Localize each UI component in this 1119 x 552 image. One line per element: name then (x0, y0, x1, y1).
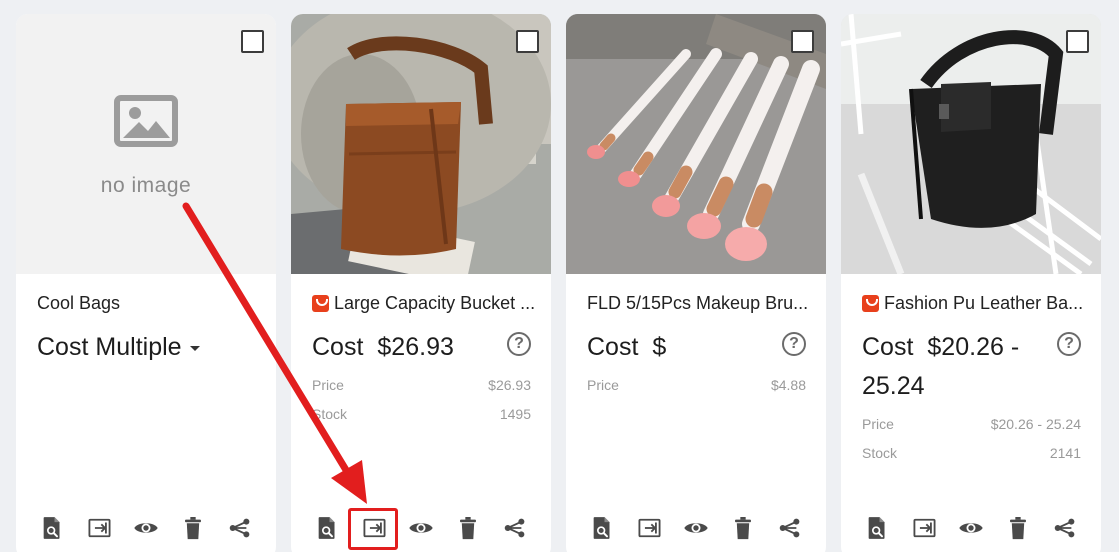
price-row: Price $26.93 (312, 377, 531, 395)
preview-button[interactable] (405, 513, 437, 543)
help-icon[interactable]: ? (507, 332, 531, 356)
cost-label: Cost (312, 333, 364, 361)
push-to-store-button[interactable] (633, 513, 665, 543)
product-image[interactable] (566, 14, 826, 274)
eye-icon (683, 519, 709, 537)
stock-row: Stock 2141 (862, 445, 1081, 463)
stock-label: Stock (312, 406, 348, 422)
share-icon (1054, 518, 1076, 538)
makeup-brushes-image (566, 14, 826, 274)
black-leather-bag-image (841, 14, 1101, 274)
card-actions (861, 513, 1081, 543)
help-icon[interactable]: ? (782, 332, 806, 356)
product-image[interactable] (841, 14, 1101, 274)
trash-icon (1009, 517, 1027, 540)
card-actions (311, 513, 531, 543)
price-label: Price (587, 377, 619, 393)
cost-row[interactable]: Cost Multiple (37, 328, 267, 367)
product-card[interactable]: no image Cool Bags Cost Multiple (16, 14, 276, 552)
preview-button[interactable] (680, 513, 712, 543)
no-image-placeholder: no image (16, 14, 276, 274)
product-title[interactable]: FLD 5/15Pcs Makeup Bru... (587, 292, 815, 314)
delete-button[interactable] (452, 513, 484, 543)
aliexpress-icon (862, 294, 879, 312)
view-details-button[interactable] (311, 513, 343, 543)
search-document-icon (317, 516, 337, 540)
push-to-store-button[interactable] (908, 513, 940, 543)
help-icon[interactable]: ? (1057, 332, 1081, 356)
cost-value: $ (652, 333, 667, 361)
push-icon (911, 517, 938, 539)
cost-label: Cost (587, 333, 639, 361)
aliexpress-icon (312, 294, 329, 312)
bucket-bag-image (291, 14, 551, 274)
product-card[interactable]: Fashion Pu Leather Ba... Cost $20.26 - 25… (841, 14, 1101, 552)
share-button[interactable] (499, 513, 531, 543)
preview-button[interactable] (955, 513, 987, 543)
card-actions (36, 513, 256, 543)
price-label: Price (312, 377, 344, 393)
product-title-text: Large Capacity Bucket ... (334, 292, 536, 313)
caret-down-icon[interactable] (189, 345, 200, 351)
stock-value: 2141 (1049, 445, 1081, 461)
stock-label: Stock (862, 445, 898, 461)
view-details-button[interactable] (861, 513, 893, 543)
push-icon (636, 517, 663, 539)
stock-value: 1495 (499, 406, 531, 422)
price-row: Price $20.26 - 25.24 (862, 416, 1081, 434)
cost-value: $26.93 (377, 333, 454, 361)
price-value: $26.93 (488, 377, 531, 393)
card-actions (586, 513, 806, 543)
image-placeholder-icon (114, 95, 178, 147)
eye-icon (958, 519, 984, 537)
eye-icon (408, 519, 434, 537)
view-details-button[interactable] (36, 513, 68, 543)
select-checkbox[interactable] (1066, 30, 1089, 53)
trash-icon (184, 517, 202, 540)
product-image[interactable] (291, 14, 551, 274)
price-value: $4.88 (770, 377, 806, 393)
share-button[interactable] (224, 513, 256, 543)
stock-row: Stock 1495 (312, 406, 531, 424)
view-details-button[interactable] (586, 513, 618, 543)
share-button[interactable] (774, 513, 806, 543)
share-button[interactable] (1049, 513, 1081, 543)
eye-icon (133, 519, 159, 537)
share-icon (779, 518, 801, 538)
product-title[interactable]: Fashion Pu Leather Ba... (862, 292, 1090, 314)
product-title[interactable]: Cool Bags (37, 292, 265, 314)
product-card[interactable]: FLD 5/15Pcs Makeup Bru... Cost $ ? Price … (566, 14, 826, 552)
annotation-highlight-box (348, 508, 398, 550)
trash-icon (459, 517, 477, 540)
product-title-text: Fashion Pu Leather Ba... (884, 292, 1084, 313)
delete-button[interactable] (177, 513, 209, 543)
search-document-icon (42, 516, 62, 540)
push-to-store-button[interactable] (83, 513, 115, 543)
preview-button[interactable] (130, 513, 162, 543)
cost-row: Cost $20.26 - 25.24 (862, 328, 1052, 406)
price-value: $20.26 - 25.24 (990, 416, 1081, 432)
push-icon (86, 517, 113, 539)
select-checkbox[interactable] (791, 30, 814, 53)
product-title-text: Cool Bags (37, 292, 121, 313)
share-icon (504, 518, 526, 538)
product-grid: no image Cool Bags Cost Multiple Large C… (16, 14, 1116, 552)
cost-value: Multiple (95, 333, 182, 361)
cost-label: Cost (862, 333, 914, 361)
product-card[interactable]: Large Capacity Bucket ... Cost $26.93 ? P… (291, 14, 551, 552)
delete-button[interactable] (1002, 513, 1034, 543)
delete-button[interactable] (727, 513, 759, 543)
price-label: Price (862, 416, 894, 432)
price-row: Price $4.88 (587, 377, 806, 395)
share-icon (229, 518, 251, 538)
product-title-text: FLD 5/15Pcs Makeup Bru... (587, 292, 809, 313)
select-checkbox[interactable] (516, 30, 539, 53)
search-document-icon (592, 516, 612, 540)
select-checkbox[interactable] (241, 30, 264, 53)
product-title[interactable]: Large Capacity Bucket ... (312, 292, 540, 314)
no-image-text: no image (100, 174, 192, 197)
cost-label: Cost (37, 333, 89, 361)
search-document-icon (867, 516, 887, 540)
trash-icon (734, 517, 752, 540)
